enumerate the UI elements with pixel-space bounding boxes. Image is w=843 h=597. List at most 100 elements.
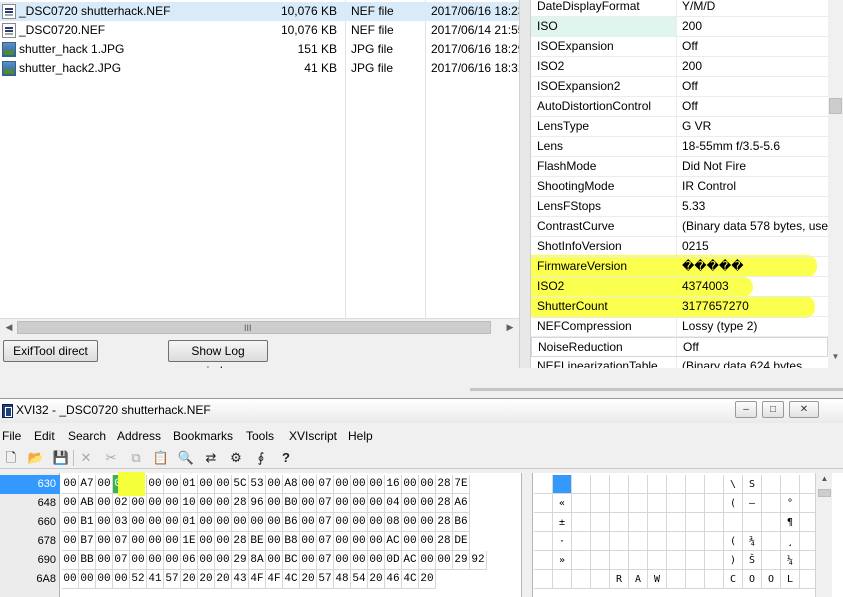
hex-byte-cell[interactable]: 00 xyxy=(300,494,317,513)
ascii-char-cell[interactable] xyxy=(686,570,705,589)
hex-byte-cell[interactable]: 53 xyxy=(249,475,266,494)
hex-byte-cell[interactable]: 00 xyxy=(96,513,113,532)
hex-byte-cell[interactable]: 07 xyxy=(317,532,334,551)
hex-byte-cell[interactable]: A6 xyxy=(453,494,470,513)
exif-row[interactable]: LensType G VR xyxy=(531,117,828,137)
hex-byte-cell[interactable]: 00 xyxy=(147,494,164,513)
hex-byte-cell[interactable]: 00 xyxy=(232,513,249,532)
ascii-char-cell[interactable] xyxy=(610,551,629,570)
ascii-char-cell[interactable] xyxy=(686,494,705,513)
file-row[interactable]: _DSC0720.NEF 10,076 KB NEF file 2017/06/… xyxy=(0,21,519,40)
ascii-char-cell[interactable] xyxy=(762,475,781,494)
hex-byte-cell[interactable]: 00 xyxy=(130,494,147,513)
ascii-char-cell[interactable] xyxy=(572,494,591,513)
menu-file[interactable]: File xyxy=(2,429,21,443)
exif-row[interactable]: NEFLinearizationTable (Binary data 624 by… xyxy=(531,357,828,368)
hex-byte-cell[interactable]: 04 xyxy=(385,494,402,513)
ascii-char-cell[interactable]: ) xyxy=(724,551,743,570)
exif-row[interactable]: NEFCompression Lossy (type 2) xyxy=(531,317,828,337)
hex-byte-cell[interactable]: 20 xyxy=(198,570,215,589)
exif-row[interactable]: ContrastCurve (Binary data 578 bytes, use… xyxy=(531,217,828,237)
ascii-char-cell[interactable] xyxy=(648,475,667,494)
hex-byte-cell[interactable]: 00 xyxy=(266,532,283,551)
ascii-char-cell[interactable] xyxy=(705,570,724,589)
menu-edit[interactable]: Edit xyxy=(34,429,55,443)
ascii-char-cell[interactable] xyxy=(667,475,686,494)
ascii-char-cell[interactable] xyxy=(629,494,648,513)
hex-byte-cell[interactable]: 10 xyxy=(181,494,198,513)
hex-byte-cell[interactable]: 28 xyxy=(232,532,249,551)
hex-byte-cell[interactable]: 28 xyxy=(436,532,453,551)
paste-icon[interactable]: 📋 xyxy=(152,449,170,467)
hex-byte-cell[interactable]: 00 xyxy=(368,494,385,513)
hex-byte-cell[interactable]: 00 xyxy=(164,551,181,570)
new-file-icon[interactable]: 🗋 xyxy=(2,449,20,467)
hex-byte-cell[interactable]: 29 xyxy=(232,551,249,570)
hex-byte-cell[interactable]: 16 xyxy=(385,475,402,494)
pane-splitter[interactable] xyxy=(519,0,531,368)
hex-byte-cell[interactable]: 00 xyxy=(130,551,147,570)
ascii-char-cell[interactable]: W xyxy=(648,570,667,589)
ascii-char-cell[interactable]: ¾ xyxy=(743,532,762,551)
ascii-char-cell[interactable] xyxy=(629,551,648,570)
scroll-thumb[interactable] xyxy=(818,489,831,497)
ascii-char-cell[interactable] xyxy=(591,513,610,532)
hex-byte-cell[interactable]: 00 xyxy=(419,532,436,551)
hex-byte-cell[interactable]: 8A xyxy=(249,551,266,570)
hex-byte-cell[interactable]: 00 xyxy=(266,513,283,532)
copy-icon[interactable]: ⧉ xyxy=(127,449,145,467)
script-icon[interactable]: ∮ xyxy=(252,449,270,467)
ascii-char-cell[interactable] xyxy=(591,551,610,570)
hex-byte-cell[interactable]: 48 xyxy=(334,570,351,589)
exif-row[interactable]: FlashMode Did Not Fire xyxy=(531,157,828,177)
ascii-char-cell[interactable] xyxy=(610,532,629,551)
hex-byte-cell[interactable]: 00 xyxy=(351,551,368,570)
file-row[interactable]: shutter_hack2.JPG 41 KB JPG file 2017/06… xyxy=(0,59,519,78)
settings-icon[interactable]: ⚙ xyxy=(227,449,245,467)
hex-byte-cell[interactable]: 52 xyxy=(130,570,147,589)
ascii-char-cell[interactable] xyxy=(629,513,648,532)
ascii-char-cell[interactable]: O xyxy=(743,570,762,589)
hex-byte-cell[interactable]: 00 xyxy=(402,513,419,532)
hex-byte-cell[interactable]: 20 xyxy=(215,570,232,589)
exif-row[interactable]: AutoDistortionControl Off xyxy=(531,97,828,117)
hex-byte-cell[interactable]: 28 xyxy=(436,475,453,494)
maximize-button[interactable]: □ xyxy=(762,401,784,418)
hex-byte-cell[interactable]: 00 xyxy=(130,513,147,532)
replace-icon[interactable]: ⇄ xyxy=(202,449,220,467)
menu-search[interactable]: Search xyxy=(68,429,106,443)
hex-byte-cell[interactable]: 00 xyxy=(62,551,79,570)
ascii-char-cell[interactable] xyxy=(705,475,724,494)
ascii-char-cell[interactable] xyxy=(610,513,629,532)
scroll-down-icon[interactable]: ▼ xyxy=(829,352,842,365)
ascii-char-cell[interactable] xyxy=(534,532,553,551)
ascii-char-cell[interactable] xyxy=(705,494,724,513)
hex-byte-cell[interactable]: AB xyxy=(79,494,96,513)
hex-byte-cell[interactable]: 00 xyxy=(334,475,351,494)
ascii-char-cell[interactable] xyxy=(667,551,686,570)
hex-byte-cell[interactable]: 00 xyxy=(147,475,164,494)
ascii-char-cell[interactable]: \ xyxy=(724,475,743,494)
ascii-char-cell[interactable] xyxy=(572,551,591,570)
ascii-char-cell[interactable] xyxy=(762,513,781,532)
delete-icon[interactable]: ✕ xyxy=(77,449,95,467)
hex-byte-cell[interactable]: 92 xyxy=(470,551,487,570)
hex-byte-cell[interactable]: 00 xyxy=(62,475,79,494)
ascii-char-cell[interactable] xyxy=(572,570,591,589)
hex-byte-cell[interactable]: 4F xyxy=(249,570,266,589)
ascii-char-cell[interactable] xyxy=(762,532,781,551)
ascii-char-cell[interactable] xyxy=(553,475,572,494)
hex-byte-cell[interactable]: 00 xyxy=(368,551,385,570)
hex-byte-cell[interactable]: AC xyxy=(385,532,402,551)
hex-byte-cell[interactable]: 00 xyxy=(368,532,385,551)
hex-byte-cell[interactable]: 00 xyxy=(402,494,419,513)
hex-byte-cell[interactable]: 00 xyxy=(266,551,283,570)
ascii-char-cell[interactable] xyxy=(648,551,667,570)
hex-byte-cell[interactable]: 00 xyxy=(334,532,351,551)
hex-byte-cell[interactable]: 20 xyxy=(419,570,436,589)
hex-byte-cell[interactable]: 01 xyxy=(181,475,198,494)
close-button[interactable]: ✕ xyxy=(789,401,819,418)
ascii-char-cell[interactable]: ( xyxy=(724,494,743,513)
exiftool-direct-button[interactable]: ExifTool direct xyxy=(3,340,98,362)
ascii-char-cell[interactable]: ¼ xyxy=(781,551,800,570)
